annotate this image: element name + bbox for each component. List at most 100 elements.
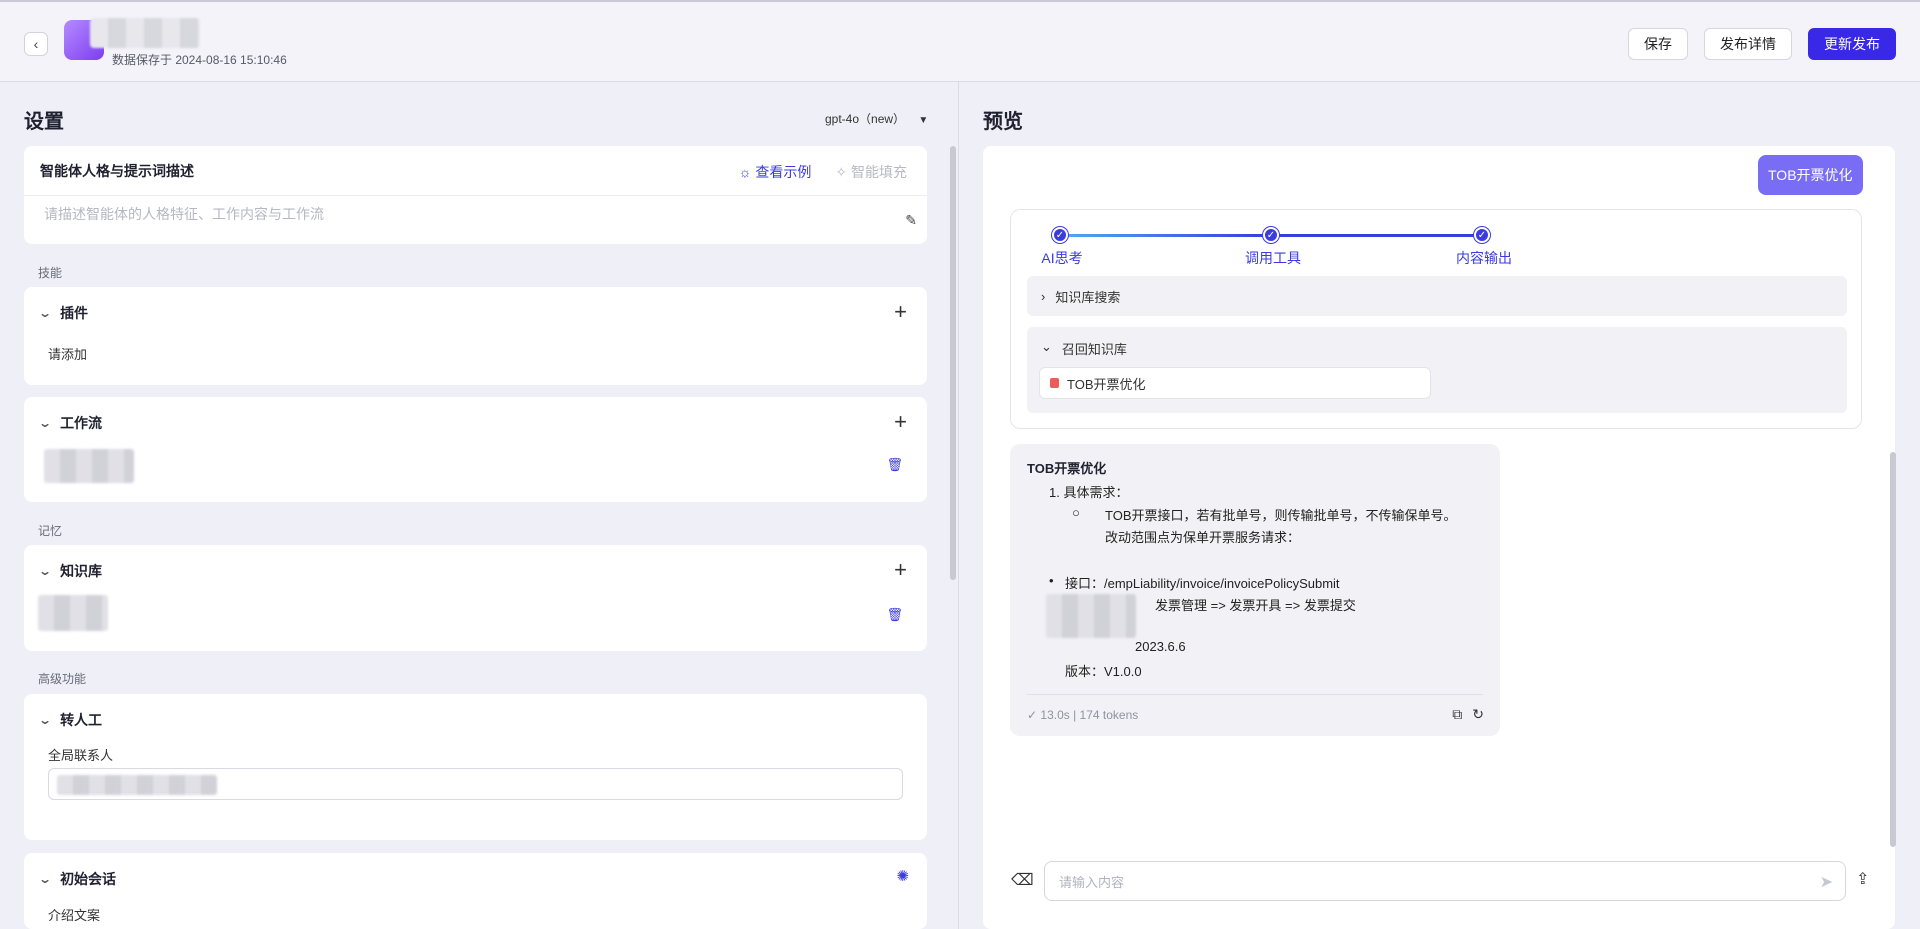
step-line-1 [1063, 234, 1267, 237]
add-plugin-icon[interactable]: + [894, 299, 907, 325]
kb-result-chip[interactable]: TOB开票优化 [1039, 367, 1431, 399]
bullet-dot-icon: • [1049, 573, 1054, 588]
save-button[interactable]: 保存 [1628, 28, 1688, 60]
global-contact-label: 全局联系人 [48, 748, 114, 763]
model-value: gpt-4o（new） [825, 112, 906, 126]
answer-version: 版本：V1.0.0 [1065, 664, 1142, 679]
answer-sub-1: TOB开票接口，若有批单号，则传输批单号，不传输保单号。 [1105, 508, 1457, 523]
opening-header[interactable]: ⌄ 初始会话 [37, 869, 117, 889]
smart-fill-label: 智能填充 [851, 164, 907, 180]
global-contact-field[interactable] [48, 768, 903, 800]
knowledge-card: ⌄ 知识库 + 🗑 [24, 545, 927, 651]
save-timestamp: 数据保存于 2024-08-16 15:10:46 [112, 53, 287, 67]
knowledge-header[interactable]: ⌄ 知识库 [37, 561, 103, 581]
contact-value-redacted [57, 775, 217, 795]
opening-title: 初始会话 [60, 871, 117, 887]
skills-section-label: 技能 [38, 266, 63, 280]
prompt-input[interactable]: 请描述智能体的人格特征、工作内容与工作流 [44, 204, 324, 224]
transfer-header[interactable]: ⌄ 转人工 [37, 710, 103, 730]
answer-stats: 13.0s | 174 tokens [1040, 708, 1139, 722]
back-button[interactable]: ‹ [24, 32, 48, 56]
check-icon: ✓ [1052, 227, 1068, 243]
chevron-down-icon: ⌄ [1041, 339, 1052, 354]
panel-divider [958, 82, 959, 929]
magic-wand-icon: ✧ [835, 164, 848, 180]
update-publish-button[interactable]: 更新发布 [1808, 28, 1896, 60]
plugin-card: ⌄ 插件 + 请添加 [24, 287, 927, 385]
plugin-header[interactable]: ⌄ 插件 [37, 303, 89, 323]
magic-sparkle-icon[interactable]: ✺ [896, 867, 909, 885]
preview-title: 预览 [983, 111, 1023, 133]
knowledge-item-redacted [38, 595, 108, 631]
chat-input-placeholder: 请输入内容 [1059, 874, 1125, 890]
chevron-right-icon: › [1041, 288, 1046, 304]
kb-chip-label: TOB开票优化 [1067, 376, 1146, 392]
step-label-output: 内容输出 [1456, 250, 1512, 266]
left-scrollbar[interactable] [950, 146, 956, 580]
knowledge-title: 知识库 [60, 563, 103, 579]
agent-steps-card: ✓ ✓ ✓ AI思考 调用工具 内容输出 › 知识库搜索 ⌄ 召回知识库 TOB… [1010, 209, 1862, 429]
lightbulb-icon: ☼ [738, 164, 752, 180]
workflow-item-redacted [44, 449, 134, 483]
view-example-link[interactable]: ☼ 查看示例 [739, 162, 812, 182]
top-bar: ‹ 数据保存于 2024-08-16 15:10:46 保存 发布详情 更新发布 [0, 0, 1920, 82]
kb-recall-header[interactable]: ⌄ 召回知识库 [1041, 339, 1127, 358]
settings-title: 设置 [24, 111, 64, 133]
answer-meta: ✓ 13.0s | 174 tokens [1027, 708, 1138, 722]
add-workflow-icon[interactable]: + [894, 409, 907, 435]
prompt-title: 智能体人格与提示词描述 [40, 162, 194, 179]
add-knowledge-icon[interactable]: + [894, 557, 907, 583]
workflow-title: 工作流 [60, 415, 103, 431]
kb-search-label: 知识库搜索 [1055, 289, 1121, 305]
answer-sub-2: 改动范围点为保单开票服务请求： [1105, 530, 1301, 545]
answer-divider [1027, 694, 1483, 695]
plugin-empty-text: 请添加 [48, 347, 88, 362]
transfer-human-card: ⌄ 转人工 全局联系人 [24, 694, 927, 840]
trash-icon[interactable]: 🗑 [886, 607, 903, 623]
clear-chat-icon[interactable]: ⌫ [1011, 870, 1034, 890]
smart-fill-link[interactable]: ✧ 智能填充 [835, 162, 907, 182]
workflow-header[interactable]: ⌄ 工作流 [37, 413, 103, 433]
step-line-2 [1275, 234, 1479, 237]
chevron-left-icon: ‹ [33, 36, 39, 52]
chat-input[interactable]: 请输入内容 ➤ [1044, 861, 1846, 901]
chevron-down-icon: ⌄ [37, 564, 53, 578]
kb-recall-label: 召回知识库 [1061, 342, 1127, 357]
kb-search-collapsible[interactable]: › 知识库搜索 [1027, 276, 1847, 316]
chevron-down-icon: ⌄ [37, 416, 53, 430]
answer-date: 2023.6.6 [1135, 639, 1186, 654]
view-example-label: 查看示例 [755, 164, 812, 180]
refresh-icon[interactable]: ↻ [1472, 706, 1484, 723]
check-icon: ✓ [1474, 227, 1490, 243]
book-icon [1050, 378, 1059, 388]
answer-api: 接口：/empLiability/invoice/invoicePolicySu… [1065, 576, 1340, 591]
memory-section-label: 记忆 [38, 524, 63, 538]
check-icon: ✓ [1263, 227, 1279, 243]
opening-card: ⌄ 初始会话 ✺ 介绍文案 [24, 853, 927, 929]
step-label-tool: 调用工具 [1245, 250, 1301, 266]
prompt-card: 智能体人格与提示词描述 ☼ 查看示例 ✧ 智能填充 请描述智能体的人格特征、工作… [24, 146, 927, 244]
assistant-answer-card: TOB开票优化 1. 具体需求： ○ TOB开票接口，若有批单号，则传输批单号，… [1010, 444, 1500, 736]
user-message-bubble: TOB开票优化 [1758, 155, 1863, 195]
answer-path: 发票管理 => 发票开具 => 发票提交 [1155, 598, 1356, 613]
check-icon: ✓ [1027, 708, 1038, 722]
step-label-think: AI思考 [1041, 250, 1083, 266]
plugin-title: 插件 [60, 305, 89, 321]
publish-detail-button[interactable]: 发布详情 [1704, 28, 1792, 60]
copy-icon[interactable]: ⧉ [1452, 706, 1462, 723]
transfer-title: 转人工 [60, 712, 103, 728]
answer-item-1: 1. 具体需求： [1049, 485, 1129, 500]
pen-edit-icon[interactable]: ✎ [905, 212, 917, 229]
right-scrollbar[interactable] [1890, 452, 1896, 847]
chevron-down-icon: ⌄ [37, 306, 53, 320]
chevron-down-icon: ⌄ [37, 872, 53, 886]
bullet-circle-icon: ○ [1072, 505, 1080, 520]
intro-label: 介绍文案 [48, 908, 101, 923]
model-select[interactable]: gpt-4o（new） ▼ [825, 110, 928, 127]
chevron-down-icon: ⌄ [37, 713, 53, 727]
upload-icon[interactable]: ⇪ [1856, 869, 1869, 889]
advanced-section-label: 高级功能 [38, 672, 87, 686]
app-name-redacted [90, 18, 200, 48]
trash-icon[interactable]: 🗑 [886, 457, 903, 473]
send-icon[interactable]: ➤ [1820, 872, 1833, 892]
